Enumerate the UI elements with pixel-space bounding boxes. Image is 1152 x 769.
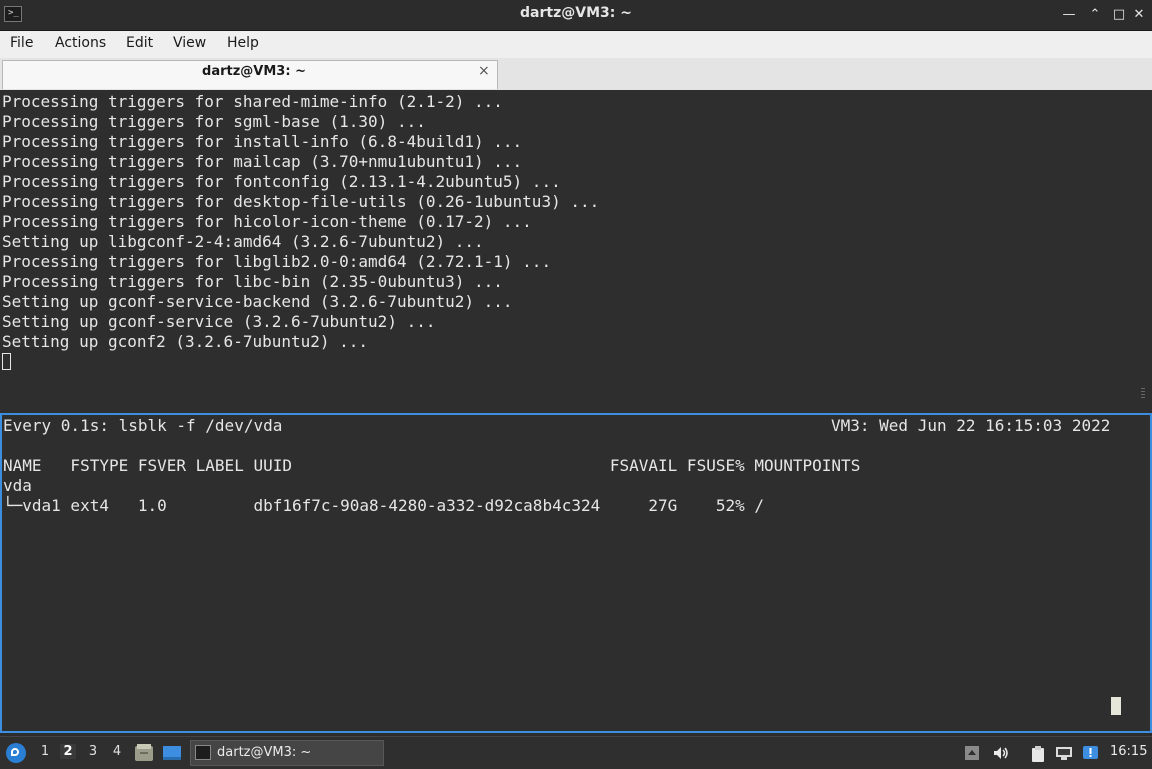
volume-icon[interactable] xyxy=(992,745,1008,761)
lsblk-row: vda xyxy=(3,476,32,495)
tab-bar: dartz@VM3: ~ × xyxy=(0,58,1152,91)
workspace-4[interactable]: 4 xyxy=(109,744,125,759)
terminal-line: Setting up libgconf-2-4:amd64 (3.2.6-7ub… xyxy=(2,232,484,251)
show-desktop-icon[interactable] xyxy=(162,744,182,762)
terminal-line: Processing triggers for install-info (6.… xyxy=(2,132,523,151)
terminal-line: Processing triggers for fontconfig (2.13… xyxy=(2,172,561,191)
menu-help[interactable]: Help xyxy=(227,35,259,51)
resize-grip[interactable] xyxy=(1141,388,1145,400)
menu-edit[interactable]: Edit xyxy=(126,35,153,51)
terminal-line: Processing triggers for mailcap (3.70+nm… xyxy=(2,152,523,171)
terminal-line: Processing triggers for sgml-base (1.30)… xyxy=(2,112,426,131)
watch-header-timestamp: VM3: Wed Jun 22 16:15:03 2022 xyxy=(831,416,1111,435)
file-manager-icon[interactable] xyxy=(134,744,154,762)
terminal-line: Processing triggers for shared-mime-info… xyxy=(2,92,503,111)
terminal-pane-bottom[interactable]: Every 0.1s: lsblk -f /dev/vda VM3: Wed J… xyxy=(0,413,1152,733)
maximize-button[interactable]: □ xyxy=(1110,6,1128,24)
menu-actions[interactable]: Actions xyxy=(55,35,106,51)
terminal-icon xyxy=(195,745,211,760)
restore-button[interactable]: ⌃ xyxy=(1086,6,1104,24)
text-cursor xyxy=(1111,697,1121,715)
lsblk-header-row: NAME FSTYPE FSVER LABEL UUID FSAVAIL FSU… xyxy=(3,456,861,475)
terminal-line: Setting up gconf-service (3.2.6-7ubuntu2… xyxy=(2,312,436,331)
watch-header-command: Every 0.1s: lsblk -f /dev/vda xyxy=(3,416,283,435)
terminal-line: Processing triggers for hicolor-icon-the… xyxy=(2,212,532,231)
notification-icon[interactable] xyxy=(1082,745,1098,761)
minimize-button[interactable]: — xyxy=(1060,6,1078,24)
taskbar-window-label: dartz@VM3: ~ xyxy=(217,745,312,760)
terminal-line: Processing triggers for libglib2.0-0:amd… xyxy=(2,252,552,271)
window-titlebar: >_ dartz@VM3: ~ — ⌃ □ ✕ xyxy=(0,0,1152,31)
taskbar: 1 2 3 4 dartz@VM3: ~ 16:15 xyxy=(0,736,1152,769)
terminal-line: Setting up gconf-service-backend (3.2.6-… xyxy=(2,292,513,311)
clock[interactable]: 16:15 xyxy=(1110,744,1147,759)
network-icon[interactable] xyxy=(1055,745,1072,761)
terminal-line: Processing triggers for libc-bin (2.35-0… xyxy=(2,272,503,291)
lsblk-row: └─vda1 ext4 1.0 dbf16f7c-90a8-4280-a332-… xyxy=(3,496,764,515)
start-menu-icon[interactable] xyxy=(6,743,26,763)
keyboard-layout-icon[interactable] xyxy=(964,745,980,761)
menu-file[interactable]: File xyxy=(10,35,33,51)
workspace-2[interactable]: 2 xyxy=(60,744,76,759)
text-cursor xyxy=(2,353,11,370)
close-button[interactable]: ✕ xyxy=(1130,6,1148,24)
clipboard-icon[interactable] xyxy=(1029,745,1045,762)
workspace-1[interactable]: 1 xyxy=(37,744,53,759)
terminal-line: Processing triggers for desktop-file-uti… xyxy=(2,192,600,211)
tab-label: dartz@VM3: ~ xyxy=(202,64,306,79)
tab-close-icon[interactable]: × xyxy=(478,63,490,79)
menu-view[interactable]: View xyxy=(173,35,206,51)
window-title: dartz@VM3: ~ xyxy=(520,5,632,21)
taskbar-window-terminal[interactable]: dartz@VM3: ~ xyxy=(190,740,384,766)
terminal-pane-top[interactable]: Processing triggers for shared-mime-info… xyxy=(0,90,1152,410)
workspace-3[interactable]: 3 xyxy=(85,744,101,759)
terminal-line: Setting up gconf2 (3.2.6-7ubuntu2) ... xyxy=(2,332,369,351)
menubar: File Actions Edit View Help xyxy=(0,31,1152,58)
